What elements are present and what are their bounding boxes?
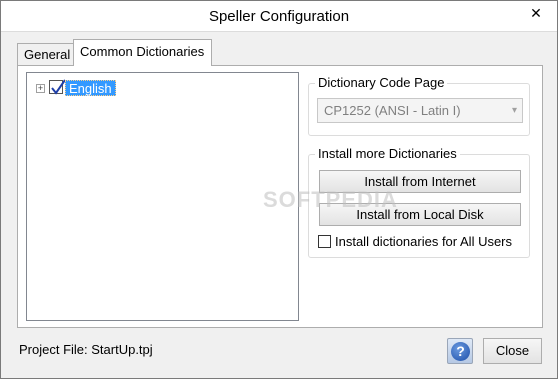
install-from-local-disk-button[interactable]: Install from Local Disk bbox=[319, 203, 521, 226]
code-page-group-title: Dictionary Code Page bbox=[315, 75, 448, 90]
tab-common-dictionaries[interactable]: Common Dictionaries bbox=[73, 39, 212, 66]
project-file-label: Project File: StartUp.tpj bbox=[19, 342, 153, 357]
help-icon: ? bbox=[451, 342, 470, 361]
speller-config-window: Speller Configuration ✕ General Common D… bbox=[0, 0, 558, 379]
all-users-label[interactable]: Install dictionaries for All Users bbox=[335, 234, 512, 249]
help-button[interactable]: ? bbox=[447, 338, 473, 364]
tree-expand-icon[interactable]: + bbox=[36, 84, 45, 93]
code-page-group: Dictionary Code Page CP1252 (ANSI - Lati… bbox=[308, 75, 530, 136]
code-page-select[interactable]: CP1252 (ANSI - Latin I) ▾ bbox=[317, 98, 523, 123]
checkmark-icon bbox=[51, 79, 66, 95]
window-title: Speller Configuration bbox=[208, 8, 350, 25]
title-bar: Speller Configuration ✕ bbox=[1, 1, 557, 32]
install-group: Install more Dictionaries Install from I… bbox=[308, 146, 530, 258]
tab-general[interactable]: General bbox=[17, 43, 74, 65]
close-window-icon[interactable]: ✕ bbox=[521, 3, 551, 25]
dictionary-tree[interactable]: + English bbox=[26, 72, 299, 321]
tree-item-checkbox[interactable] bbox=[49, 79, 66, 95]
install-from-internet-button[interactable]: Install from Internet bbox=[319, 170, 521, 193]
install-group-title: Install more Dictionaries bbox=[315, 146, 460, 161]
all-users-checkbox[interactable] bbox=[318, 235, 331, 248]
tab-panel-common-dictionaries: + English Dictionary Code Page CP1252 (A… bbox=[17, 65, 543, 328]
tree-item-label[interactable]: English bbox=[65, 80, 116, 96]
chevron-down-icon: ▾ bbox=[511, 105, 517, 116]
close-button[interactable]: Close bbox=[483, 338, 542, 364]
code-page-value: CP1252 (ANSI - Latin I) bbox=[324, 103, 461, 118]
